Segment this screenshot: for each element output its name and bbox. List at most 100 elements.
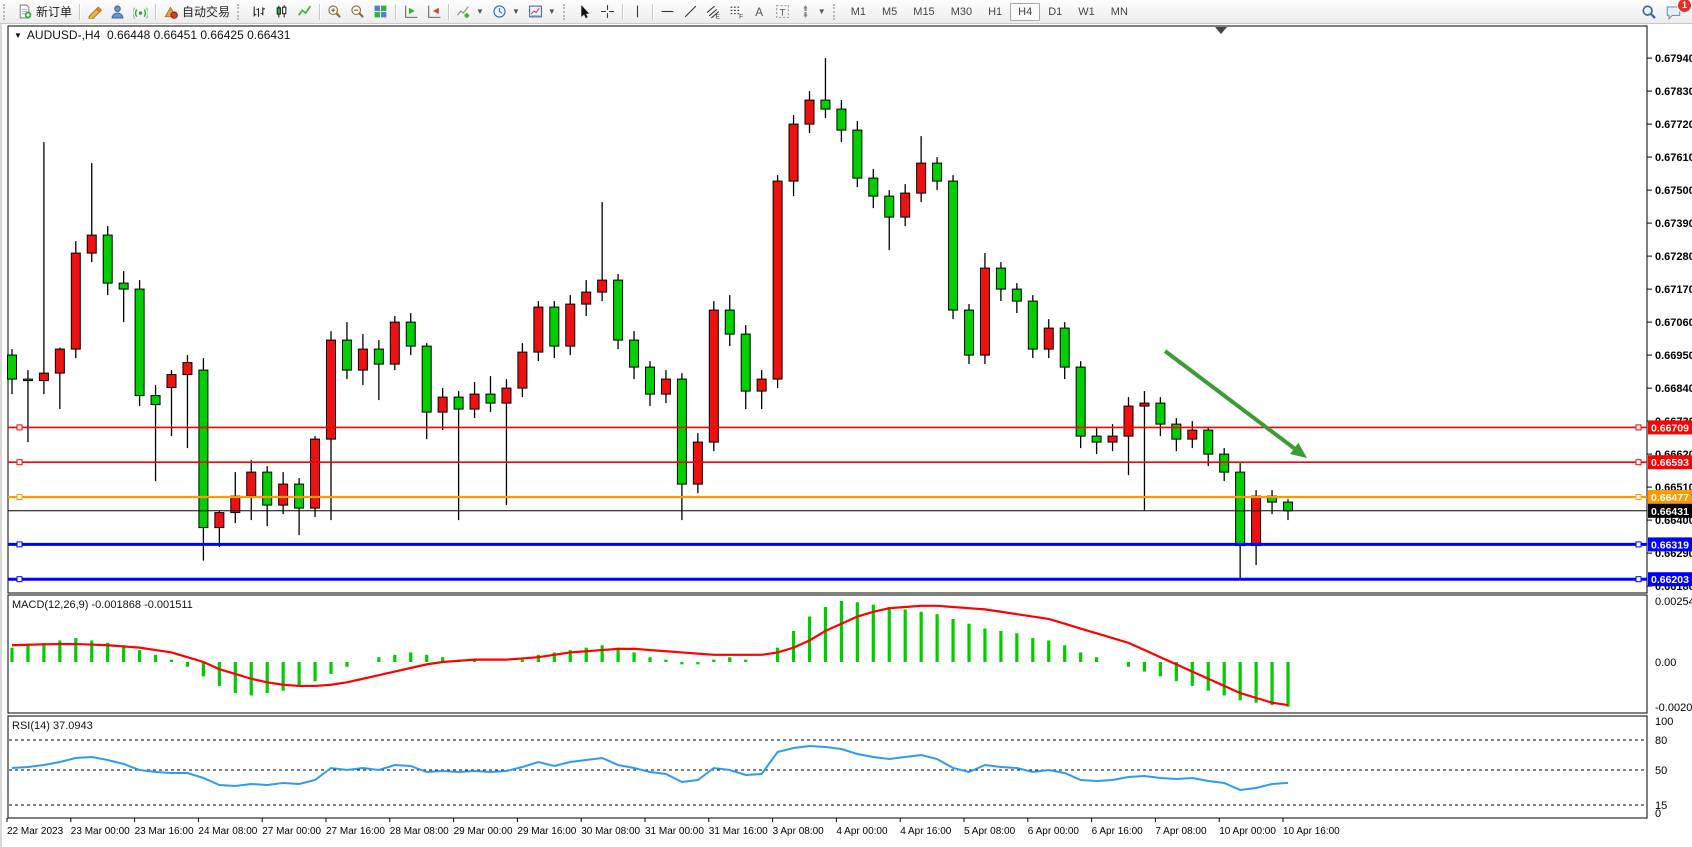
- svg-text:0: 0: [1655, 808, 1661, 820]
- pane-border: [8, 595, 1647, 713]
- svg-text:0.66950: 0.66950: [1655, 350, 1692, 362]
- line-chart-button[interactable]: [293, 2, 316, 22]
- search-icon: [1641, 4, 1657, 20]
- auto-scroll-button[interactable]: [399, 2, 422, 22]
- line-handle: [1636, 577, 1641, 582]
- timeframe-W1[interactable]: W1: [1070, 3, 1103, 21]
- chart-shift-button[interactable]: [422, 2, 445, 22]
- line-handle: [17, 577, 22, 582]
- new-order-button[interactable]: 新订单: [13, 2, 76, 22]
- timeframe-MN[interactable]: MN: [1103, 3, 1136, 21]
- svg-text:0.66840: 0.66840: [1655, 383, 1692, 395]
- search-button[interactable]: [1637, 2, 1661, 22]
- svg-text:0.66431: 0.66431: [1651, 506, 1689, 518]
- notifications-button[interactable]: 1: [1661, 2, 1686, 22]
- svg-text:6 Apr 16:00: 6 Apr 16:00: [1092, 826, 1144, 837]
- separator: [155, 4, 156, 20]
- svg-text:27 Mar 16:00: 27 Mar 16:00: [326, 826, 385, 837]
- candlestick-chart-button[interactable]: [270, 2, 293, 22]
- timeframe-M1[interactable]: M1: [843, 3, 874, 21]
- svg-text:10 Apr 16:00: 10 Apr 16:00: [1283, 826, 1340, 837]
- svg-text:0.66709: 0.66709: [1651, 422, 1689, 434]
- crosshair-button[interactable]: [596, 2, 619, 22]
- svg-text:0.002547: 0.002547: [1655, 596, 1692, 608]
- horizontal-line-button[interactable]: [656, 2, 679, 22]
- timeframe-H1[interactable]: H1: [980, 3, 1010, 21]
- crayon-icon: [87, 4, 102, 19]
- periods-button[interactable]: ▼: [488, 2, 524, 22]
- chart-shift-icon: [426, 4, 441, 19]
- svg-text:0.66593: 0.66593: [1651, 457, 1689, 469]
- line-handle: [17, 542, 22, 547]
- template-icon: [528, 4, 543, 19]
- svg-text:23 Mar 00:00: 23 Mar 00:00: [71, 826, 130, 837]
- macd-indicator-label: MACD(12,26,9) -0.001868 -0.001511: [12, 599, 193, 611]
- svg-text:0.67170: 0.67170: [1655, 284, 1692, 296]
- signal-button[interactable]: [129, 2, 152, 22]
- svg-text:27 Mar 00:00: 27 Mar 00:00: [262, 826, 321, 837]
- svg-text:0.67060: 0.67060: [1655, 317, 1692, 329]
- svg-text:F: F: [739, 13, 743, 19]
- timeframe-M5[interactable]: M5: [874, 3, 905, 21]
- svg-text:5 Apr 08:00: 5 Apr 08:00: [964, 826, 1016, 837]
- svg-text:30 Mar 08:00: 30 Mar 08:00: [581, 826, 640, 837]
- vertical-line-button[interactable]: [626, 2, 649, 22]
- timeframe-H4[interactable]: H4: [1010, 3, 1040, 21]
- auto-scroll-icon: [403, 4, 418, 19]
- svg-text:24 Mar 08:00: 24 Mar 08:00: [198, 826, 257, 837]
- separator: [652, 4, 653, 20]
- indicators-icon: [456, 4, 471, 19]
- auto-trading-button[interactable]: 自动交易: [159, 2, 234, 22]
- arrows-button[interactable]: ▼: [794, 2, 830, 22]
- new-order-icon: [17, 4, 32, 19]
- svg-text:0.67610: 0.67610: [1655, 152, 1692, 164]
- svg-text:22 Mar 2023: 22 Mar 2023: [7, 826, 64, 837]
- cursor-icon: [577, 4, 592, 19]
- zoom-out-button[interactable]: [346, 2, 369, 22]
- svg-text:4 Apr 00:00: 4 Apr 00:00: [836, 826, 888, 837]
- fibonacci-icon: F: [729, 4, 744, 19]
- symbol-dropdown-icon[interactable]: ▼: [14, 31, 22, 40]
- styler-button[interactable]: [83, 2, 106, 22]
- svg-text:23 Mar 16:00: 23 Mar 16:00: [135, 826, 194, 837]
- price-chart[interactable]: 0.679400.678300.677200.676100.675000.673…: [2, 24, 1692, 847]
- svg-text:0.67500: 0.67500: [1655, 185, 1692, 197]
- separator: [395, 4, 396, 20]
- svg-text:29 Mar 16:00: 29 Mar 16:00: [517, 826, 576, 837]
- bar-chart-button[interactable]: [247, 2, 270, 22]
- equidistant-channel-button[interactable]: E: [702, 2, 725, 22]
- timeframe-group: M1M5M15M30H1H4D1W1MN: [843, 2, 1136, 21]
- zoom-in-icon: [327, 4, 342, 19]
- profile-button[interactable]: [106, 2, 129, 22]
- svg-text:50: 50: [1655, 765, 1667, 777]
- mt4-window: 新订单 自动交易 ▼ ▼ ▼ E F: [0, 0, 1692, 847]
- timeframe-M30[interactable]: M30: [943, 3, 980, 21]
- person-icon: [110, 4, 125, 19]
- tile-windows-icon: [373, 4, 388, 19]
- line-handle: [1636, 542, 1641, 547]
- svg-text:80: 80: [1655, 735, 1667, 747]
- trendline-button[interactable]: [679, 2, 702, 22]
- fibonacci-button[interactable]: F: [725, 2, 748, 22]
- cursor-button[interactable]: [573, 2, 596, 22]
- svg-text:28 Mar 08:00: 28 Mar 08:00: [390, 826, 449, 837]
- timeframe-D1[interactable]: D1: [1040, 3, 1070, 21]
- templates-button[interactable]: ▼: [524, 2, 560, 22]
- svg-text:0.00: 0.00: [1655, 657, 1676, 669]
- text-button[interactable]: A: [748, 2, 771, 22]
- zoom-in-button[interactable]: [323, 2, 346, 22]
- indicators-button[interactable]: ▼: [452, 2, 488, 22]
- timeframe-M15[interactable]: M15: [905, 3, 942, 21]
- svg-text:0.66319: 0.66319: [1651, 539, 1689, 551]
- svg-text:0.67940: 0.67940: [1655, 53, 1692, 65]
- chevron-down-icon: ▼: [476, 7, 484, 16]
- svg-text:6 Apr 00:00: 6 Apr 00:00: [1028, 826, 1080, 837]
- tile-windows-button[interactable]: [369, 2, 392, 22]
- separator: [448, 4, 449, 20]
- channel-icon: E: [706, 4, 721, 19]
- svg-text:E: E: [715, 13, 719, 19]
- text-label-button[interactable]: T: [771, 2, 794, 22]
- svg-text:0.67720: 0.67720: [1655, 119, 1692, 131]
- line-handle: [1636, 460, 1641, 465]
- svg-text:3 Apr 08:00: 3 Apr 08:00: [773, 826, 825, 837]
